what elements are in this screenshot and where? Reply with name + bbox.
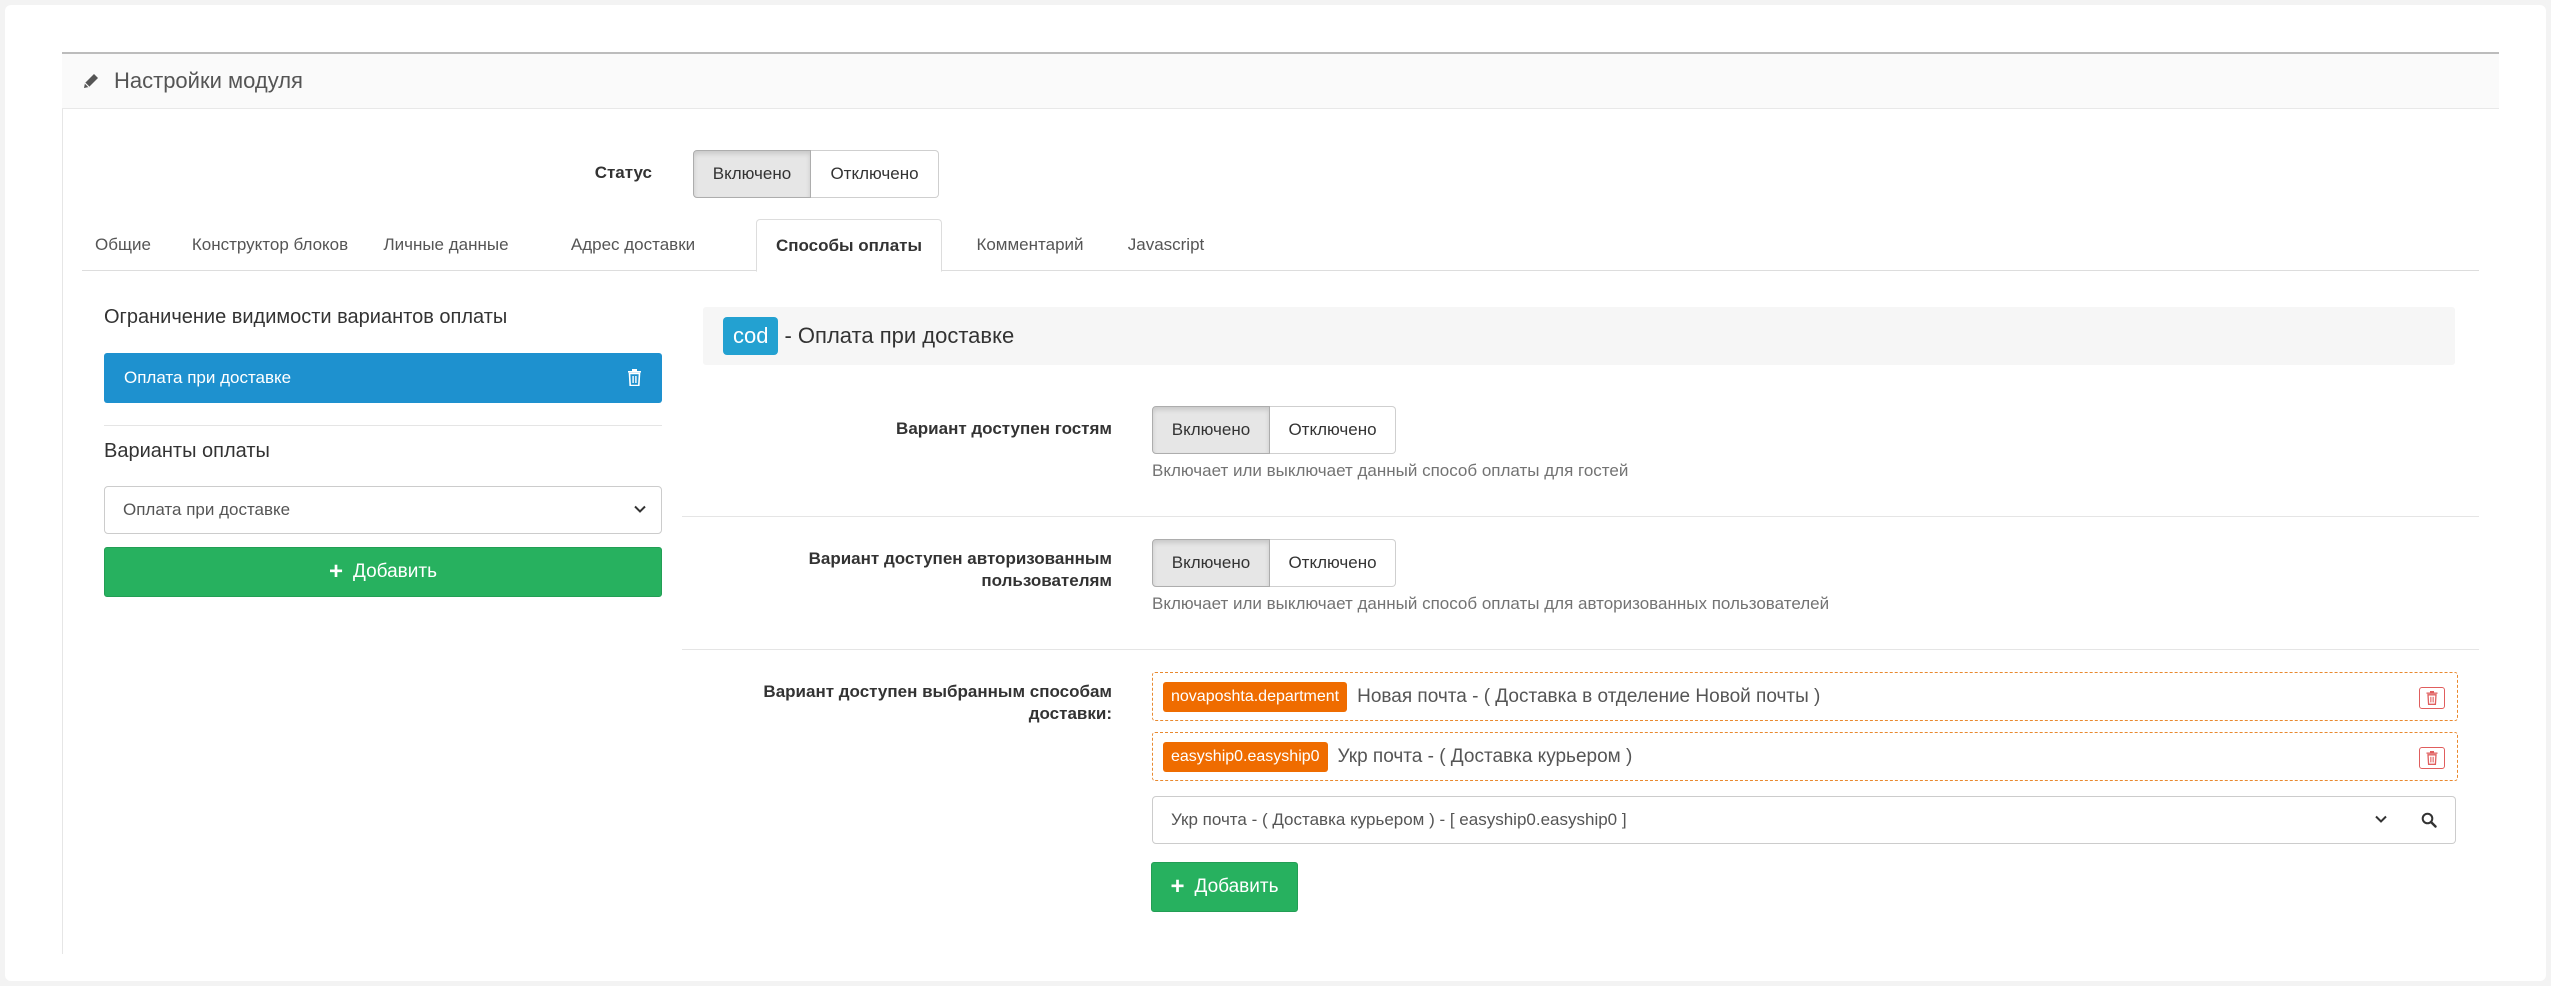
chevron-down-icon <box>2374 812 2388 826</box>
authorized-label: Вариант доступен авторизованным пользова… <box>682 548 1112 592</box>
remove-shipping-button[interactable] <box>2419 747 2445 769</box>
tab-payment-methods[interactable]: Способы оплаты <box>756 219 942 272</box>
panel-heading: Настройки модуля <box>62 54 2499 109</box>
tab-shipping-address[interactable]: Адрес доставки <box>532 219 734 271</box>
add-shipping-button[interactable]: + Добавить <box>1151 862 1298 912</box>
shipping-method-name: Новая почта - ( Доставка в отделение Нов… <box>1357 685 1821 707</box>
search-shipping-button[interactable] <box>2402 796 2456 844</box>
section-divider <box>682 649 2479 650</box>
shipping-method-select[interactable]: Укр почта - ( Доставка курьером ) - [ ea… <box>1152 796 2403 844</box>
search-icon <box>2421 812 2437 828</box>
tab-personal-data[interactable]: Личные данные <box>372 219 520 271</box>
authorized-off-button[interactable]: Отключено <box>1270 539 1396 587</box>
payment-section-header: cod - Оплата при доставке <box>703 307 2455 365</box>
sidebar-divider <box>104 425 662 426</box>
status-toggle: Включено Отключено <box>693 150 939 198</box>
trash-icon[interactable] <box>627 369 642 386</box>
authorized-help: Включает или выключает данный способ опл… <box>1152 594 1830 613</box>
authorized-on-button[interactable]: Включено <box>1152 539 1270 587</box>
authorized-label-line1: Вариант доступен авторизованным <box>808 549 1112 568</box>
shipping-label: Вариант доступен выбранным способам дост… <box>682 681 1112 725</box>
settings-tabs: Общие Конструктор блоков Личные данные А… <box>82 219 2479 272</box>
payment-list-item[interactable]: Оплата при доставке <box>104 353 662 403</box>
tab-general[interactable]: Общие <box>82 219 164 271</box>
payment-code-badge: cod <box>723 317 779 355</box>
shipping-method-name: Укр почта - ( Доставка курьером ) <box>1337 745 1633 767</box>
panel-title: Настройки модуля <box>114 68 303 93</box>
authorized-label-line2: пользователям <box>981 571 1112 590</box>
status-label: Статус <box>594 163 652 182</box>
shipping-code-badge: novaposhta.department <box>1163 681 1348 712</box>
restriction-title: Ограничение видимости вариантов оплаты <box>104 306 508 328</box>
remove-shipping-button[interactable] <box>2419 687 2445 709</box>
module-settings-panel: Настройки модуля Статус Включено Отключе… <box>62 52 2499 954</box>
add-payment-variant-label: Добавить <box>353 561 437 582</box>
tab-block-builder[interactable]: Конструктор блоков <box>180 219 360 271</box>
shipping-label-line1: Вариант доступен выбранным способам <box>763 682 1112 701</box>
trash-icon <box>2426 751 2438 765</box>
section-divider <box>682 516 2479 517</box>
add-payment-variant-button[interactable]: + Добавить <box>104 547 662 597</box>
guests-label: Вариант доступен гостям <box>896 419 1112 438</box>
authorized-toggle: Включено Отключено <box>1152 539 1396 587</box>
pencil-icon <box>82 72 100 90</box>
shipping-code-badge: easyship0.easyship0 <box>1163 741 1328 772</box>
guests-help: Включает или выключает данный способ опл… <box>1152 461 1629 480</box>
guests-off-button[interactable]: Отключено <box>1270 406 1396 454</box>
shipping-method-select-value: Укр почта - ( Доставка курьером ) - [ ea… <box>1171 810 1627 829</box>
plus-icon: + <box>329 558 344 585</box>
shipping-method-row: easyship0.easyship0 Укр почта - ( Достав… <box>1152 732 2458 781</box>
shipping-method-row: novaposhta.department Новая почта - ( До… <box>1152 672 2458 721</box>
chevron-down-icon <box>633 502 647 516</box>
guests-toggle: Включено Отключено <box>1152 406 1396 454</box>
payment-variant-select[interactable]: Оплата при доставке <box>104 486 662 534</box>
payment-variants-title: Варианты оплаты <box>104 440 270 462</box>
payment-title: - Оплата при доставке <box>784 323 1015 348</box>
plus-icon: + <box>1170 873 1185 900</box>
payment-variant-select-value: Оплата при доставке <box>123 500 291 519</box>
page-container: Настройки модуля Статус Включено Отключе… <box>5 5 2546 981</box>
panel-border <box>62 109 63 954</box>
add-shipping-label: Добавить <box>1194 876 1279 897</box>
status-off-button[interactable]: Отключено <box>811 150 939 198</box>
shipping-label-line2: доставки: <box>1028 704 1112 723</box>
payment-list-item-label: Оплата при доставке <box>124 368 292 387</box>
tab-comment[interactable]: Комментарий <box>956 219 1104 271</box>
status-on-button[interactable]: Включено <box>693 150 811 198</box>
tab-javascript[interactable]: Javascript <box>1116 219 1216 271</box>
guests-on-button[interactable]: Включено <box>1152 406 1270 454</box>
trash-icon <box>2426 691 2438 705</box>
